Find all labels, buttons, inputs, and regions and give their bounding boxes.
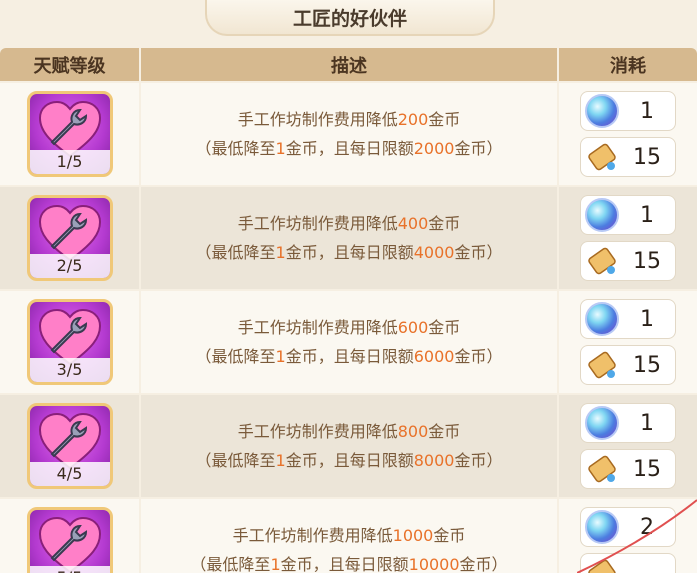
cost-scroll-amount: 15 xyxy=(633,248,661,274)
header-description: 描述 xyxy=(141,48,557,81)
cost-scroll: 15 xyxy=(580,241,676,281)
header-cost: 消耗 xyxy=(559,48,697,81)
description-cell: 手工作坊制作费用降低200金币 （最低降至1金币，且每日限额2000金币） xyxy=(141,83,557,185)
wrench-heart-icon xyxy=(38,516,101,573)
description-line2: （最低降至1金币，且每日限额8000金币） xyxy=(195,451,503,470)
talent-row: 2/5 手工作坊制作费用降低400金币 （最低降至1金币，且每日限额4000金币… xyxy=(0,187,697,289)
description-line2: （最低降至1金币，且每日限额2000金币） xyxy=(195,139,503,158)
cost-cell: 1 15 xyxy=(559,83,697,185)
cost-scroll-amount: 15 xyxy=(633,352,661,378)
talent-icon[interactable]: 1/5 xyxy=(26,91,113,177)
cost-orb: 1 xyxy=(580,195,676,235)
panel-title: 工匠的好伙伴 xyxy=(205,0,495,36)
description-cell: 手工作坊制作费用降低1000金币 （最低降至1金币，且每日限额10000金币） xyxy=(141,499,557,573)
scroll-icon xyxy=(588,351,616,379)
description-line1: 手工作坊制作费用降低600金币 xyxy=(237,318,461,337)
description-line1: 手工作坊制作费用降低400金币 xyxy=(237,214,461,233)
header-level: 天赋等级 xyxy=(0,48,139,81)
cost-orb: 1 xyxy=(580,299,676,339)
cost-scroll: 15 xyxy=(580,137,676,177)
talent-level: 2/5 xyxy=(29,254,110,278)
talent-level: 4/5 xyxy=(29,462,110,486)
talent-level: 5/5 xyxy=(29,566,110,573)
level-cell: 5/5 xyxy=(0,499,139,573)
crystal-orb-icon xyxy=(585,406,619,440)
cost-orb-amount: 1 xyxy=(640,410,654,436)
talent-row: 3/5 手工作坊制作费用降低600金币 （最低降至1金币，且每日限额6000金币… xyxy=(0,291,697,393)
talent-icon[interactable]: 5/5 xyxy=(26,507,113,573)
description-line2: （最低降至1金币，且每日限额10000金币） xyxy=(190,555,508,573)
talent-icon[interactable]: 3/5 xyxy=(26,299,113,385)
scroll-icon xyxy=(588,247,616,275)
table-header: 天赋等级 描述 消耗 xyxy=(0,48,697,81)
cost-orb: 1 xyxy=(580,403,676,443)
description-cell: 手工作坊制作费用降低600金币 （最低降至1金币，且每日限额6000金币） xyxy=(141,291,557,393)
cost-orb: 1 xyxy=(580,91,676,131)
level-cell: 3/5 xyxy=(0,291,139,393)
cost-scroll: 15 xyxy=(580,345,676,385)
level-cell: 1/5 xyxy=(0,83,139,185)
crystal-orb-icon xyxy=(585,94,619,128)
talent-level: 1/5 xyxy=(29,150,110,174)
description-line1: 手工作坊制作费用降低1000金币 xyxy=(232,526,466,545)
crystal-orb-icon xyxy=(585,302,619,336)
talent-level: 3/5 xyxy=(29,358,110,382)
talent-icon[interactable]: 4/5 xyxy=(26,403,113,489)
description-line1: 手工作坊制作费用降低200金币 xyxy=(237,110,461,129)
description-line1: 手工作坊制作费用降低800金币 xyxy=(237,422,461,441)
cost-scroll-amount: 15 xyxy=(633,456,661,482)
crystal-orb-icon xyxy=(585,198,619,232)
cost-scroll-amount: 15 xyxy=(633,144,661,170)
cost-orb-amount: 1 xyxy=(640,98,654,124)
decorative-curve xyxy=(577,499,697,573)
level-cell: 4/5 xyxy=(0,395,139,497)
cost-cell: 1 15 xyxy=(559,291,697,393)
level-cell: 2/5 xyxy=(0,187,139,289)
cost-cell: 1 15 xyxy=(559,187,697,289)
description-line2: （最低降至1金币，且每日限额6000金币） xyxy=(195,347,503,366)
talent-icon[interactable]: 2/5 xyxy=(26,195,113,281)
description-cell: 手工作坊制作费用降低800金币 （最低降至1金币，且每日限额8000金币） xyxy=(141,395,557,497)
description-line2: （最低降至1金币，且每日限额4000金币） xyxy=(195,243,503,262)
cost-orb-amount: 1 xyxy=(640,202,654,228)
cost-orb-amount: 1 xyxy=(640,306,654,332)
scroll-icon xyxy=(588,143,616,171)
talent-row: 1/5 手工作坊制作费用降低200金币 （最低降至1金币，且每日限额2000金币… xyxy=(0,83,697,185)
description-cell: 手工作坊制作费用降低400金币 （最低降至1金币，且每日限额4000金币） xyxy=(141,187,557,289)
